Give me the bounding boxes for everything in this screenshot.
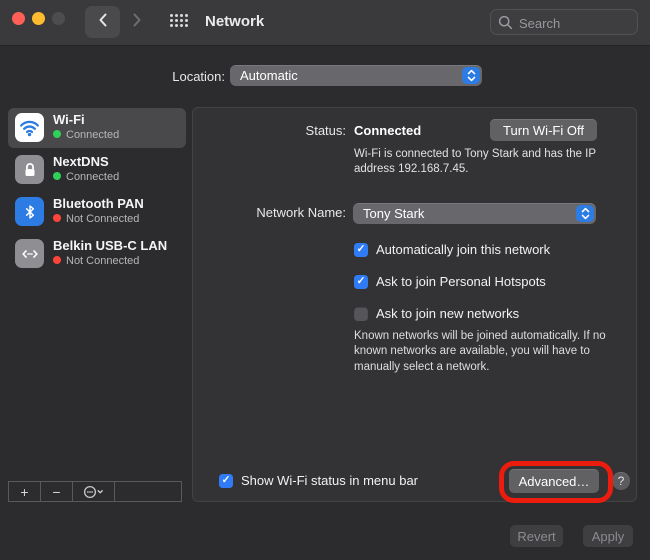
- location-value: Automatic: [240, 68, 298, 83]
- show-wifi-status-checkbox[interactable]: [219, 474, 233, 488]
- chevron-left-icon: [97, 12, 109, 33]
- ellipsis-circle-icon: [83, 484, 105, 500]
- back-button[interactable]: [85, 6, 120, 38]
- zoom-button-disabled: [52, 12, 65, 25]
- checkbox-label: Show Wi-Fi status in menu bar: [241, 473, 418, 488]
- status-dot-red: [53, 256, 61, 264]
- title-bar: Network: [0, 0, 650, 46]
- wifi-detail-panel: Status: Connected Turn Wi-Fi Off Wi-Fi i…: [192, 107, 637, 502]
- new-networks-checkbox[interactable]: [354, 307, 368, 321]
- status-description: Wi-Fi is connected to Tony Stark and has…: [354, 147, 604, 177]
- checkbox-label: Automatically join this network: [376, 242, 550, 257]
- network-preferences-window: Network Location: Automatic Wi-Fi Connec…: [0, 0, 650, 560]
- personal-hotspots-checkbox[interactable]: [354, 275, 368, 289]
- help-button[interactable]: ?: [612, 472, 630, 490]
- popup-stepper-icon: [462, 67, 480, 84]
- location-popup[interactable]: Automatic: [230, 65, 482, 86]
- search-input[interactable]: [517, 11, 636, 35]
- network-name-value: Tony Stark: [363, 206, 424, 221]
- new-networks-row: Ask to join new networks: [354, 306, 519, 321]
- remove-service-button[interactable]: −: [41, 482, 73, 501]
- sidebar-item-bluetooth-pan[interactable]: Bluetooth PAN Not Connected: [8, 192, 186, 232]
- status-dot-red: [53, 214, 61, 222]
- toolbar-spacer: [115, 482, 181, 501]
- add-service-button[interactable]: +: [9, 482, 41, 501]
- network-name-label: Network Name:: [213, 205, 346, 220]
- personal-hotspots-row: Ask to join Personal Hotspots: [354, 274, 546, 289]
- search-field: [490, 9, 638, 35]
- wifi-icon: [15, 113, 44, 142]
- service-status: Not Connected: [53, 255, 139, 267]
- show-all-grid-icon[interactable]: [170, 14, 188, 27]
- known-networks-note: Known networks will be joined automatica…: [354, 329, 618, 375]
- ethernet-icon: [15, 239, 44, 268]
- status-value: Connected: [354, 123, 421, 138]
- action-menu-button[interactable]: [73, 482, 115, 501]
- service-name: Bluetooth PAN: [53, 196, 144, 211]
- forward-button: [122, 6, 152, 38]
- apply-button[interactable]: Apply: [583, 525, 633, 547]
- status-dot-green: [53, 130, 61, 138]
- page-title: Network: [205, 13, 264, 30]
- close-button[interactable]: [12, 12, 25, 25]
- service-name: NextDNS: [53, 154, 109, 169]
- service-list-toolbar: + −: [8, 481, 182, 502]
- advanced-button[interactable]: Advanced…: [509, 469, 599, 493]
- checkbox-label: Ask to join new networks: [376, 306, 519, 321]
- revert-button[interactable]: Revert: [510, 525, 563, 547]
- service-status: Connected: [53, 171, 119, 183]
- lock-icon: [15, 155, 44, 184]
- minimize-button[interactable]: [32, 12, 45, 25]
- service-name: Belkin USB-C LAN: [53, 238, 167, 253]
- service-status: Connected: [53, 129, 119, 141]
- service-name: Wi-Fi: [53, 112, 85, 127]
- location-label: Location:: [110, 69, 225, 84]
- chevron-right-icon: [131, 12, 143, 33]
- network-name-popup[interactable]: Tony Stark: [353, 203, 596, 224]
- turn-wifi-off-button[interactable]: Turn Wi-Fi Off: [490, 119, 597, 141]
- checkbox-label: Ask to join Personal Hotspots: [376, 274, 546, 289]
- search-icon: [498, 15, 513, 35]
- sidebar-item-belkin-usb-c-lan[interactable]: Belkin USB-C LAN Not Connected: [8, 234, 186, 274]
- auto-join-row: Automatically join this network: [354, 242, 550, 257]
- popup-stepper-icon: [576, 205, 594, 222]
- status-label: Status:: [193, 123, 346, 138]
- service-status: Not Connected: [53, 213, 139, 225]
- menu-bar-status-row: Show Wi-Fi status in menu bar: [219, 473, 418, 488]
- bluetooth-icon: [15, 197, 44, 226]
- sidebar-item-wifi[interactable]: Wi-Fi Connected: [8, 108, 186, 148]
- sidebar-item-nextdns[interactable]: NextDNS Connected: [8, 150, 186, 190]
- auto-join-checkbox[interactable]: [354, 243, 368, 257]
- status-dot-green: [53, 172, 61, 180]
